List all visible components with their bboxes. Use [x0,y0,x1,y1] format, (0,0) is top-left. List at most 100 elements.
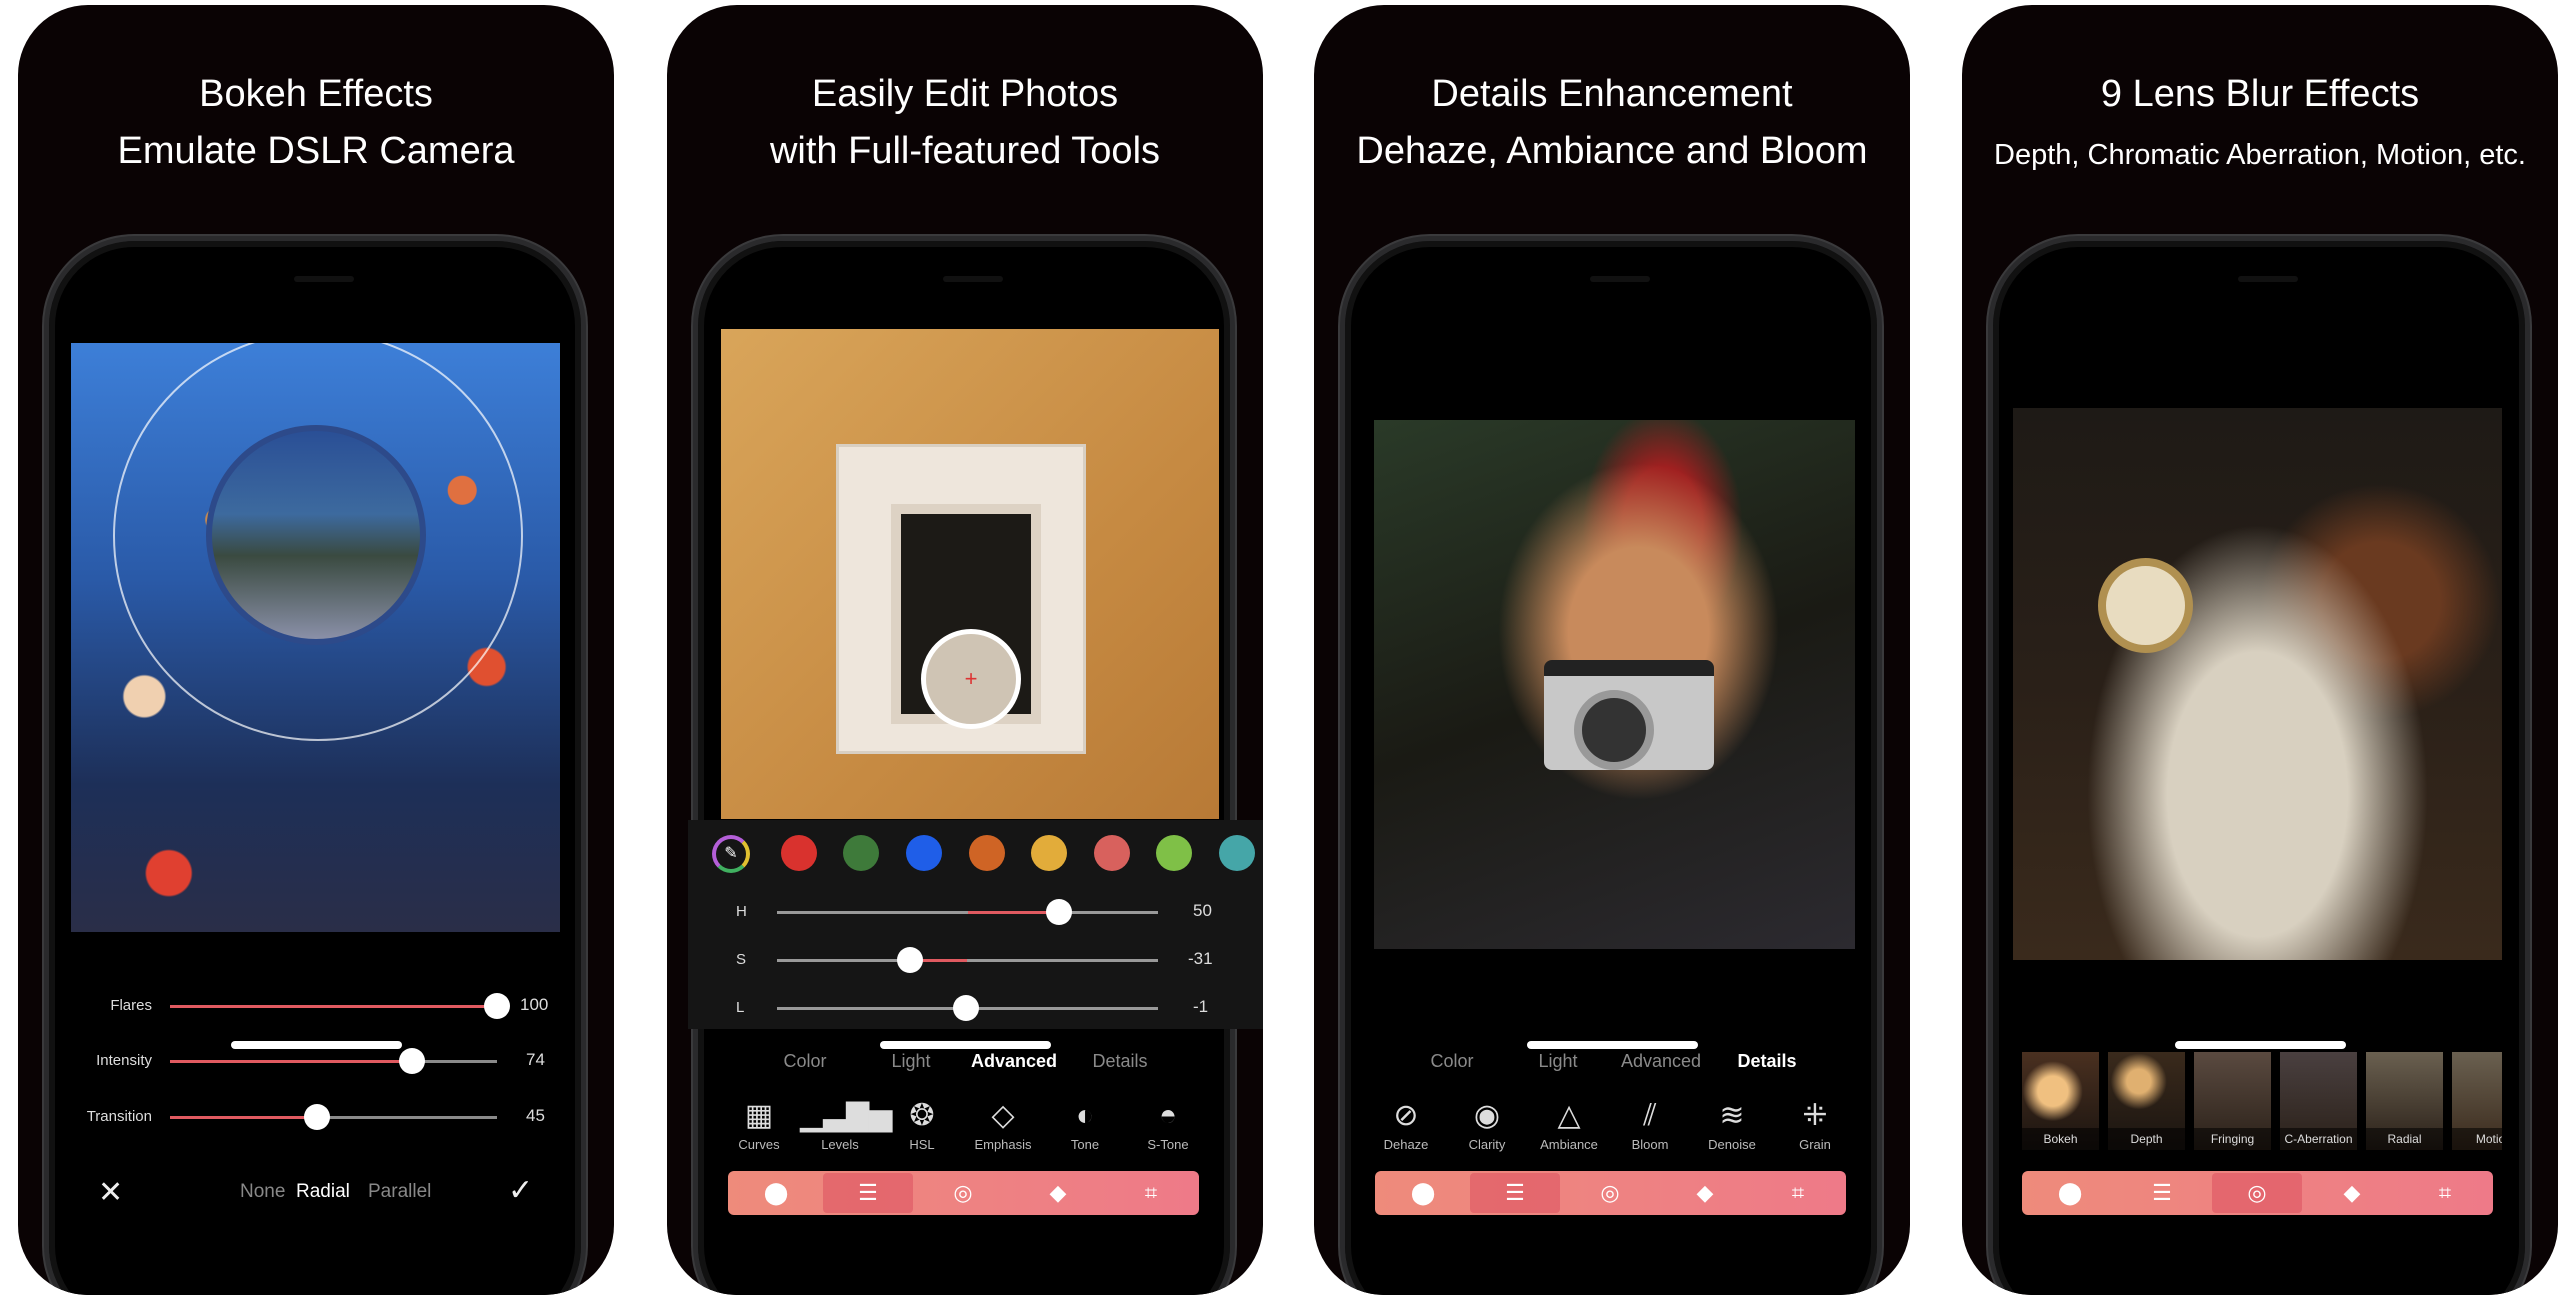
slider-track[interactable] [170,993,510,1019]
tool-clarity[interactable]: ◉ Clarity [1447,1099,1527,1152]
tool-levels[interactable]: ▁▃▇▅ Levels [800,1099,893,1152]
effect-label: Radial [2366,1128,2443,1150]
sliders-icon[interactable]: ☰ [823,1173,913,1213]
slider-knob[interactable] [484,993,510,1019]
layers-icon[interactable]: ◆ [1013,1173,1103,1213]
panel-subtitle: Depth, Chromatic Aberration, Motion, etc… [1994,139,2526,171]
bloom-icon: ⫽ [1643,1099,1657,1132]
tool-grain[interactable]: ⁜ Grain [1775,1099,1855,1152]
effect-fringing[interactable]: Fringing [2194,1052,2271,1150]
slider-track[interactable] [777,899,1158,925]
effect-motion[interactable]: Motio [2452,1052,2502,1150]
color-swatch-orange[interactable] [969,835,1005,871]
effect-bokeh[interactable]: Bokeh [2022,1052,2099,1150]
color-swatch-blue[interactable] [906,835,942,871]
mode-radial[interactable]: Radial [296,1181,350,1203]
tool-ambiance[interactable]: △ Ambiance [1529,1099,1609,1152]
tool-dehaze[interactable]: ⊘ Dehaze [1366,1099,1446,1152]
effect-label: Depth [2108,1128,2185,1150]
photo-window-wall: + [721,329,1219,819]
phone-speaker [294,276,354,282]
slider-hue[interactable]: H 50 [688,897,1263,927]
tab-details[interactable]: Details [1737,1051,1796,1072]
tool-label: Curves [738,1137,780,1152]
panel-title: Easily Edit Photos [811,73,1119,115]
color-swatch-teal[interactable] [1219,835,1255,871]
color-swatch-red[interactable] [781,835,817,871]
slider-track[interactable] [777,947,1158,973]
tab-color[interactable]: Color [783,1051,826,1072]
color-swatch-green[interactable] [843,835,879,871]
slider-track[interactable] [170,1048,497,1074]
tool-denoise[interactable]: ≋ Denoise [1692,1099,1772,1152]
slider-transition[interactable]: Transition 45 [18,1102,614,1132]
aperture-icon[interactable]: ◎ [918,1173,1008,1213]
color-circles-icon[interactable]: ⬤ [1378,1173,1468,1213]
crop-icon[interactable]: ⌗ [1753,1173,1843,1213]
slider-knob[interactable] [1045,899,1072,925]
slider-knob[interactable] [897,947,924,973]
color-circles-icon[interactable]: ⬤ [731,1173,821,1213]
tool-emphasis[interactable]: ◇ Emphasis [963,1099,1043,1152]
layers-icon[interactable]: ◆ [1660,1173,1750,1213]
levels-icon: ▁▃▇▅ [800,1099,893,1132]
slider-label: S [736,951,747,968]
triangle-icon: △ [1557,1099,1581,1132]
slider-knob[interactable] [398,1048,425,1074]
photo-clock-notebook [2013,408,2502,960]
curves-icon: ▦ [744,1099,774,1132]
color-swatch-lime[interactable] [1156,835,1192,871]
tool-tone[interactable]: ◐ Tone [1045,1099,1125,1152]
phone-speaker [1590,276,1650,282]
close-icon[interactable]: ✕ [98,1175,123,1210]
screenshot-panel-edit: Easily Edit Photos with Full-featured To… [667,5,1263,1295]
tool-hsl[interactable]: ❂ HSL [882,1099,962,1152]
tool-label: HSL [909,1137,935,1152]
home-indicator [1527,1041,1698,1049]
crop-icon[interactable]: ⌗ [1106,1173,1196,1213]
color-wheel-icon: ❂ [909,1099,935,1132]
color-swatch-yellow[interactable] [1031,835,1067,871]
aperture-icon[interactable]: ◎ [1565,1173,1655,1213]
tab-color[interactable]: Color [1430,1051,1473,1072]
tool-label: Grain [1799,1137,1831,1152]
slider-value: -31 [1188,949,1213,968]
slider-saturation[interactable]: S -31 [688,945,1263,975]
tool-curves[interactable]: ▦ Curves [719,1099,799,1152]
mode-parallel[interactable]: Parallel [368,1181,431,1203]
slider-flares[interactable]: Flares 100 [18,991,614,1021]
effect-depth[interactable]: Depth [2108,1052,2185,1150]
color-circles-icon[interactable]: ⬤ [2025,1173,2115,1213]
slider-intensity[interactable]: Intensity 74 [18,1046,614,1076]
slider-track[interactable] [170,1104,497,1130]
effect-label: Fringing [2194,1128,2271,1150]
tool-s-tone[interactable]: ◓ S-Tone [1128,1099,1208,1152]
mode-none[interactable]: None [240,1181,285,1203]
layers-icon[interactable]: ◆ [2307,1173,2397,1213]
color-swatch-pink[interactable] [1094,835,1130,871]
magnifier-loupe[interactable] [206,425,426,645]
slider-knob[interactable] [304,1104,331,1130]
tab-advanced[interactable]: Advanced [971,1051,1057,1072]
tab-light[interactable]: Light [1538,1051,1577,1072]
tab-light[interactable]: Light [891,1051,930,1072]
effect-c-aberration[interactable]: C-Aberration [2280,1052,2357,1150]
tab-advanced[interactable]: Advanced [1621,1051,1701,1072]
effect-radial[interactable]: Radial [2366,1052,2443,1150]
tool-bloom[interactable]: ⫽ Bloom [1610,1099,1690,1152]
tool-label: S-Tone [1147,1137,1189,1152]
tone-circles-icon: ◐ [1075,1099,1095,1132]
aperture-icon[interactable]: ◎ [2212,1173,2302,1213]
check-icon[interactable]: ✓ [508,1173,533,1208]
sliders-icon[interactable]: ☰ [2117,1173,2207,1213]
color-picker-icon[interactable]: ✎ [712,835,750,873]
slider-knob[interactable] [952,995,979,1021]
sliders-icon[interactable]: ☰ [1470,1173,1560,1213]
hsl-loupe[interactable]: + [921,629,1021,729]
slider-track[interactable] [777,995,1158,1021]
crop-icon[interactable]: ⌗ [2400,1173,2490,1213]
screenshot-panel-bokeh: Bokeh Effects Emulate DSLR Camera Flares… [18,5,614,1295]
effect-label: Motio [2452,1128,2502,1150]
tab-details[interactable]: Details [1092,1051,1147,1072]
slider-lightness[interactable]: L -1 [688,993,1263,1023]
